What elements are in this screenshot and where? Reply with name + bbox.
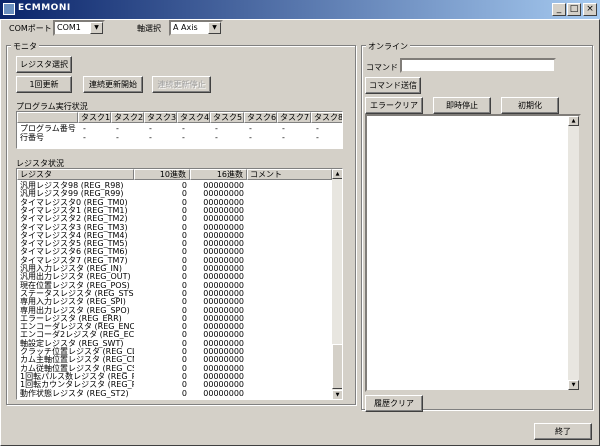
program-cell: - — [282, 124, 285, 133]
send-command-button[interactable]: コマンド送信 — [365, 77, 421, 94]
scroll-thumb[interactable] — [332, 344, 342, 389]
program-cell: - — [149, 124, 152, 133]
history-clear-button[interactable]: 履歴クリア — [365, 395, 423, 412]
program-row-label: プログラム番号 — [20, 124, 76, 133]
initialize-button[interactable]: 初期化 — [501, 97, 559, 114]
line-cell: - — [182, 133, 185, 142]
chevron-down-icon[interactable]: ▼ — [208, 22, 221, 34]
reg-header-comment[interactable]: コメント — [247, 169, 332, 180]
port-select[interactable]: COM1 ▼ — [53, 20, 105, 36]
table-row[interactable]: 動作状態レジスタ (REG_ST2) 0 00000000 — [17, 389, 332, 398]
task-header-3: タスク3 — [144, 112, 177, 123]
task-header-4: タスク4 — [177, 112, 210, 123]
scroll-up-icon[interactable]: ▲ — [568, 116, 579, 126]
line-cell: - — [149, 133, 152, 142]
task-header-8: タスク8 — [311, 112, 342, 123]
minimize-button[interactable]: _ — [552, 3, 566, 16]
program-cell: - — [116, 124, 119, 133]
register-scrollbar[interactable]: ▲ ▼ — [332, 169, 342, 399]
scroll-down-icon[interactable]: ▼ — [332, 390, 342, 399]
reg-header-name[interactable]: レジスタ — [17, 169, 134, 180]
continuous-stop-button[interactable]: 連続更新停止 — [152, 76, 211, 93]
exit-button[interactable]: 終了 — [534, 423, 592, 440]
register-grid[interactable]: レジスタ 10進数 16進数 コメント 汎用レジスタ98 (REG_R98) 0 0… — [16, 168, 343, 400]
scroll-up-icon[interactable]: ▲ — [332, 169, 342, 179]
online-group-title: オンライン — [366, 41, 410, 52]
register-dec-cell: 0 — [181, 388, 187, 398]
task-header-2: タスク2 — [111, 112, 144, 123]
line-cell: - — [282, 133, 285, 142]
program-grid-corner — [17, 112, 78, 123]
line-cell: - — [83, 133, 86, 142]
register-name-cell: 動作状態レジスタ (REG_ST2) — [20, 388, 129, 398]
program-cell: - — [249, 124, 252, 133]
program-cell: - — [182, 124, 185, 133]
command-history-log[interactable]: ▲ ▼ — [365, 114, 581, 392]
task-header-7: タスク7 — [277, 112, 311, 123]
task-header-1: タスク1 — [78, 112, 111, 123]
port-select-value: COM1 — [57, 23, 81, 32]
line-cell: - — [215, 133, 218, 142]
line-cell: - — [316, 133, 319, 142]
close-button[interactable]: × — [583, 3, 597, 16]
immediate-stop-button[interactable]: 即時停止 — [433, 97, 491, 114]
program-cell: - — [316, 124, 319, 133]
chevron-down-icon[interactable]: ▼ — [90, 22, 103, 34]
line-row-label: 行番号 — [20, 133, 44, 142]
task-header-6: タスク6 — [244, 112, 277, 123]
command-label: コマンド — [366, 63, 398, 72]
single-update-button[interactable]: 1回更新 — [16, 76, 72, 93]
history-scrollbar[interactable]: ▲ ▼ — [568, 116, 579, 390]
program-cell: - — [83, 124, 86, 133]
window-title: ECMMONI — [18, 3, 71, 13]
scroll-down-icon[interactable]: ▼ — [568, 380, 579, 390]
reg-header-dec[interactable]: 10進数 — [134, 169, 190, 180]
axis-select[interactable]: A Axis ▼ — [169, 20, 223, 36]
program-cell: - — [215, 124, 218, 133]
monitor-group-title: モニタ — [11, 41, 39, 52]
axis-select-value: A Axis — [173, 23, 198, 32]
line-cell: - — [249, 133, 252, 142]
line-cell: - — [116, 133, 119, 142]
port-label: COMポート — [9, 24, 52, 33]
command-input[interactable] — [400, 58, 556, 73]
app-icon — [3, 3, 15, 15]
task-header-5: タスク5 — [210, 112, 244, 123]
title-bar: ECMMONI _ □ × — [0, 0, 600, 19]
reg-header-hex[interactable]: 16進数 — [190, 169, 247, 180]
select-register-button[interactable]: レジスタ選択 — [16, 56, 72, 73]
continuous-start-button[interactable]: 連続更新開始 — [83, 76, 143, 93]
register-hex-cell: 00000000 — [203, 388, 244, 398]
axis-label: 軸選択 — [137, 24, 161, 33]
program-status-grid: タスク1 タスク2 タスク3 タスク4 タスク5 タスク6 タスク7 タスク8 … — [16, 111, 343, 149]
maximize-button[interactable]: □ — [567, 3, 581, 16]
error-clear-button[interactable]: エラークリア — [365, 97, 423, 114]
